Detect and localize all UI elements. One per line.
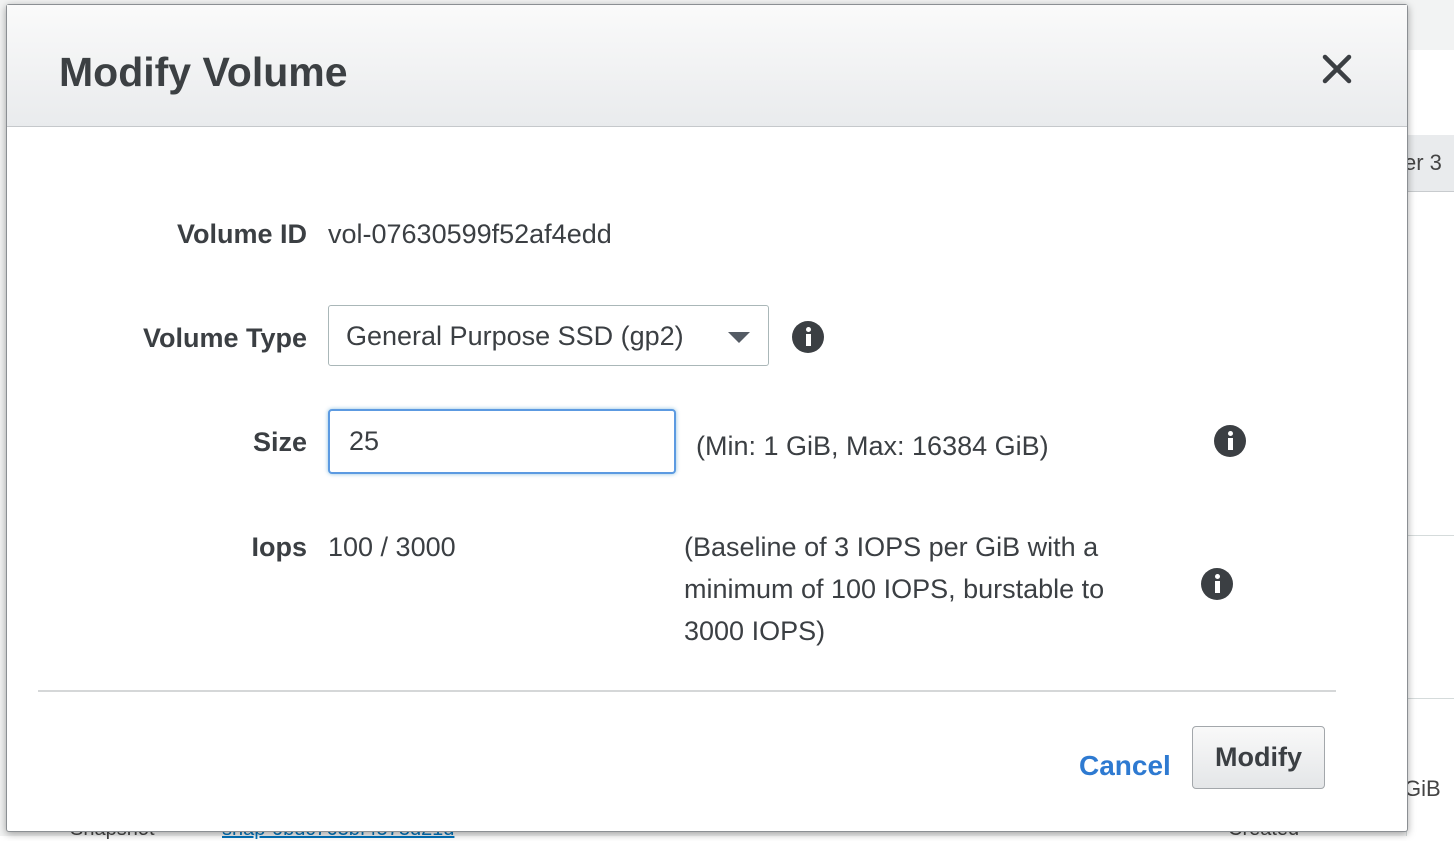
chevron-down-icon	[728, 332, 750, 343]
size-label: Size	[252, 427, 307, 457]
modify-volume-dialog: Modify Volume Volume ID vol-07630599f52a…	[6, 4, 1408, 832]
size-input[interactable]	[328, 409, 676, 474]
background-gib-fragment: GiB	[1404, 776, 1441, 801]
iops-value: 100 / 3000	[328, 532, 456, 562]
iops-label: Iops	[251, 532, 307, 562]
volume-type-info-icon[interactable]	[792, 321, 824, 353]
volume-type-select[interactable]: General Purpose SSD (gp2)	[328, 305, 769, 366]
dialog-header: Modify Volume	[7, 5, 1407, 127]
volume-id-value: vol-07630599f52af4edd	[328, 219, 612, 249]
iops-hint: (Baseline of 3 IOPS per GiB with a minim…	[684, 526, 1104, 652]
background-row-divider	[1406, 535, 1454, 536]
volume-id-label: Volume ID	[176, 219, 307, 249]
size-hint: (Min: 1 GiB, Max: 16384 GiB)	[696, 431, 1049, 461]
cancel-button[interactable]: Cancel	[1079, 750, 1171, 782]
background-tab-fragment: er 3	[1404, 150, 1442, 175]
close-icon[interactable]	[1317, 49, 1357, 89]
iops-hint-line: (Baseline of 3 IOPS per GiB with a	[684, 532, 1099, 562]
iops-info-icon[interactable]	[1201, 568, 1233, 600]
footer-divider	[38, 690, 1336, 692]
dialog-title: Modify Volume	[59, 49, 348, 95]
background-row-divider	[1406, 698, 1454, 699]
volume-type-selected-value: General Purpose SSD (gp2)	[346, 321, 684, 351]
iops-hint-line: minimum of 100 IOPS, burstable to	[684, 574, 1105, 604]
volume-type-label: Volume Type	[142, 323, 307, 353]
size-info-icon[interactable]	[1214, 425, 1246, 457]
modify-button[interactable]: Modify	[1192, 726, 1325, 789]
iops-hint-line: 3000 IOPS)	[684, 616, 826, 646]
